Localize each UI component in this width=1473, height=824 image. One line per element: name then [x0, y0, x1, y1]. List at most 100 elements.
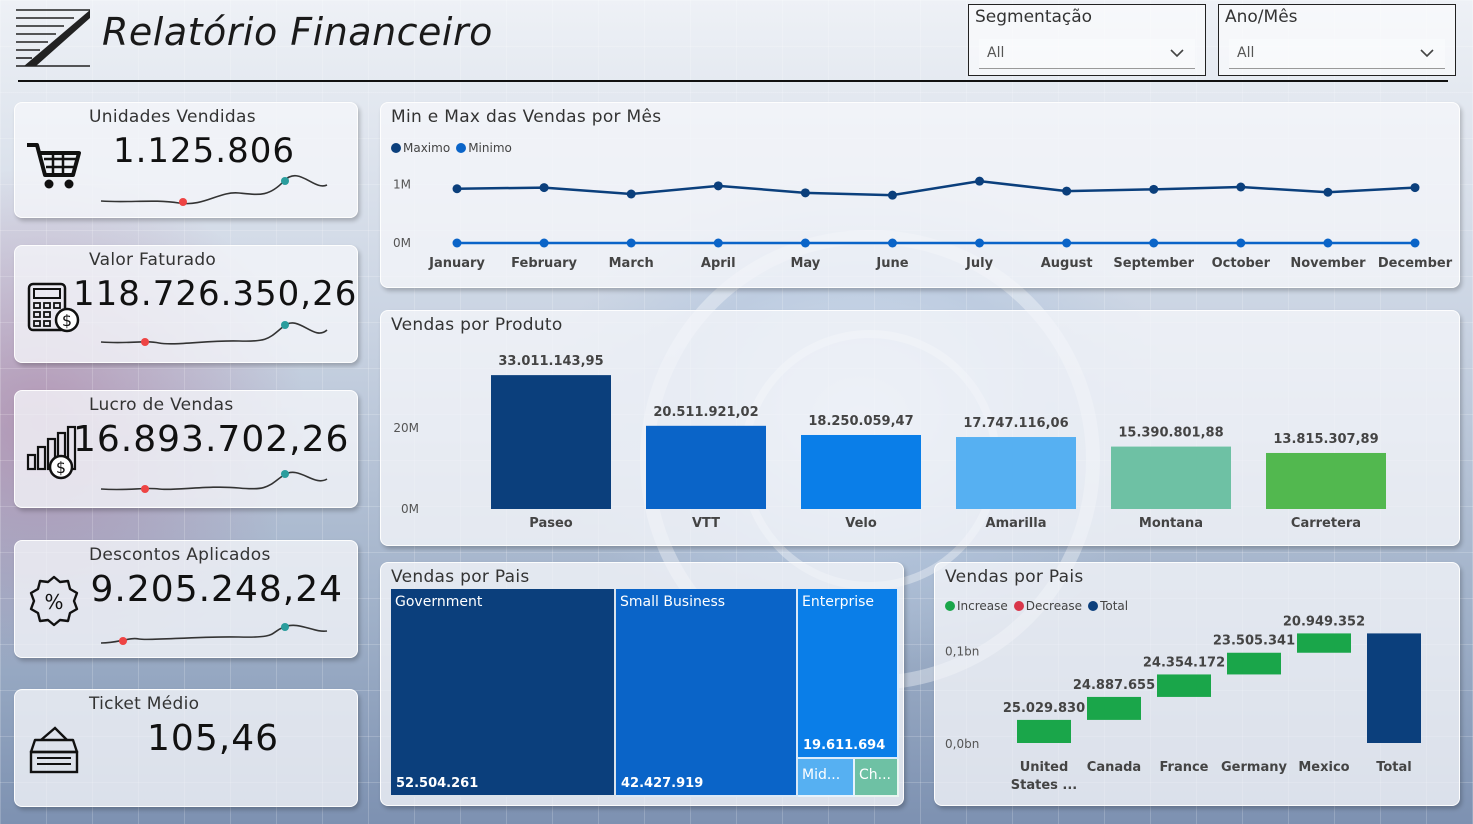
y-tick-label: 0M [401, 502, 419, 516]
x-tick-label: October [1212, 256, 1271, 271]
waterfall-bar-increase [1017, 719, 1071, 743]
x-tick-label: Mexico [1298, 760, 1349, 775]
chevron-down-icon [1170, 49, 1184, 58]
chart-card-waterfall: Vendas por Pais Increase Decrease Total … [934, 562, 1460, 806]
y-tick-label: 20M [393, 421, 419, 435]
chart-card-produto: Vendas por Produto 0M 20M 33.011.143,95 Pas… [380, 310, 1460, 546]
x-tick-label: France [1159, 760, 1208, 775]
data-point-minimo [626, 238, 636, 248]
data-point-maximo [1236, 182, 1246, 192]
data-label: 33.011.143,95 [498, 354, 603, 369]
kpi-value: 118.726.350,26 [73, 274, 358, 314]
kpi-card-lucro: Lucro de Vendas $ 16.893.702,26 [14, 390, 358, 508]
data-point-minimo [800, 238, 810, 248]
y-tick-label: 0,1bn [945, 645, 979, 659]
x-tick-label: April [701, 256, 736, 271]
data-label: 20.511.921,02 [653, 405, 758, 420]
data-label: 13.815.307,89 [1273, 432, 1378, 447]
svg-text:%: % [44, 590, 63, 614]
x-tick-label: May [790, 256, 820, 271]
treemap-cell-small-business[interactable]: Small Business 42.427.919 [616, 589, 798, 797]
treemap-cell-channel[interactable]: Ch... [855, 759, 899, 797]
data-label: 20.949.352 [1283, 614, 1365, 629]
bar-vtt [646, 425, 766, 509]
y-tick-label: 0M [393, 236, 411, 250]
kpi-label: Lucro de Vendas [89, 395, 234, 415]
waterfall-bar-increase [1297, 633, 1351, 653]
data-point-minimo [1149, 238, 1159, 248]
svg-text:$: $ [56, 458, 66, 477]
treemap-cell-name: Ch... [859, 767, 891, 783]
data-point-minimo [1062, 238, 1072, 248]
chart-card-minmax: Min e Max das Vendas por Mês Maximo Mini… [380, 102, 1460, 288]
kpi-value: 1.125.806 [112, 131, 295, 171]
data-point-minimo [1323, 238, 1333, 248]
data-point-minimo [539, 238, 549, 248]
treemap-cell-name: Enterprise [802, 594, 875, 610]
treemap-cell-government[interactable]: Government 52.504.261 [391, 589, 616, 797]
bar-montana [1111, 446, 1231, 509]
chart-title: Vendas por Pais [391, 567, 530, 587]
data-point-minimo [887, 238, 897, 248]
data-point-maximo [713, 181, 723, 191]
kpi-sparkline [100, 623, 328, 645]
kpi-card-ticket: Ticket Médio 105,46 [14, 689, 358, 807]
treemap-cell-value: 52.504.261 [396, 776, 479, 791]
data-point-maximo [887, 190, 897, 200]
chart-card-treemap: Vendas por Pais Government 52.504.261 Sm… [380, 562, 904, 806]
x-tick-label: Amarilla [986, 516, 1047, 531]
slicer-label: Segmentação [975, 7, 1093, 27]
chevron-down-icon [1420, 49, 1434, 58]
x-tick-label: November [1290, 256, 1366, 271]
slicer-label: Ano/Mês [1225, 7, 1298, 27]
bar-velo [801, 434, 921, 509]
x-tick-label: December [1378, 256, 1453, 271]
data-point-maximo [975, 176, 985, 186]
bar-paseo [491, 375, 611, 509]
x-tick-label: Montana [1139, 516, 1203, 531]
data-point-maximo [539, 183, 549, 193]
x-tick-label: September [1113, 256, 1194, 271]
bar-carretera [1266, 452, 1386, 509]
kpi-sparkline [100, 321, 328, 346]
shopping-cart-icon [27, 143, 81, 189]
x-tick-label: February [511, 256, 577, 271]
x-tick-label: Germany [1221, 760, 1287, 775]
data-point-minimo [713, 238, 723, 248]
kpi-label: Valor Faturado [89, 250, 217, 270]
kpi-label: Ticket Médio [89, 694, 200, 714]
ano-mes-dropdown[interactable]: All [1229, 39, 1445, 69]
x-tick-label: Paseo [529, 516, 573, 531]
data-label: 24.887.655 [1073, 678, 1155, 693]
kpi-card-descontos: Descontos Aplicados % 9.205.248,24 [14, 540, 358, 658]
svg-text:$: $ [62, 311, 72, 330]
kpi-card-unidades: Unidades Vendidas 1.125.806 [14, 102, 358, 218]
data-label: 23.505.341 [1213, 634, 1295, 649]
data-label: 18.250.059,47 [808, 414, 913, 429]
treemap-cell-enterprise[interactable]: Enterprise 19.611.694 [798, 589, 899, 759]
data-label: 25.029.830 [1003, 701, 1085, 716]
data-point-maximo [800, 188, 810, 198]
data-point-minimo [1236, 238, 1246, 248]
waterfall-bar-increase [1087, 696, 1141, 720]
kpi-card-faturado: Valor Faturado $ 118.726.350,26 [14, 245, 358, 363]
data-label: 15.390.801,88 [1118, 426, 1223, 441]
x-tick-label: Velo [845, 516, 877, 531]
waterfall-bar-increase [1227, 652, 1281, 675]
kpi-value: 9.205.248,24 [90, 569, 343, 610]
kpi-sparkline [100, 174, 328, 206]
data-point-maximo [1323, 187, 1333, 197]
x-tick-label: June [875, 256, 908, 271]
slicer-value: All [987, 45, 1005, 61]
data-point-maximo [1149, 184, 1159, 194]
waterfall-bar-increase [1157, 674, 1211, 697]
waterfall-bar-total [1367, 633, 1421, 743]
treemap-cell-midmarket[interactable]: Mid... [798, 759, 855, 797]
segmentacao-dropdown[interactable]: All [979, 39, 1195, 69]
kpi-label: Descontos Aplicados [89, 545, 271, 565]
treemap-chart: Government 52.504.261 Small Business 42.… [391, 589, 899, 797]
data-point-maximo [1410, 183, 1420, 193]
x-tick-label: United States ... [1011, 760, 1077, 793]
treemap-cell-name: Small Business [620, 594, 726, 610]
series-line-maximo [456, 179, 1416, 197]
